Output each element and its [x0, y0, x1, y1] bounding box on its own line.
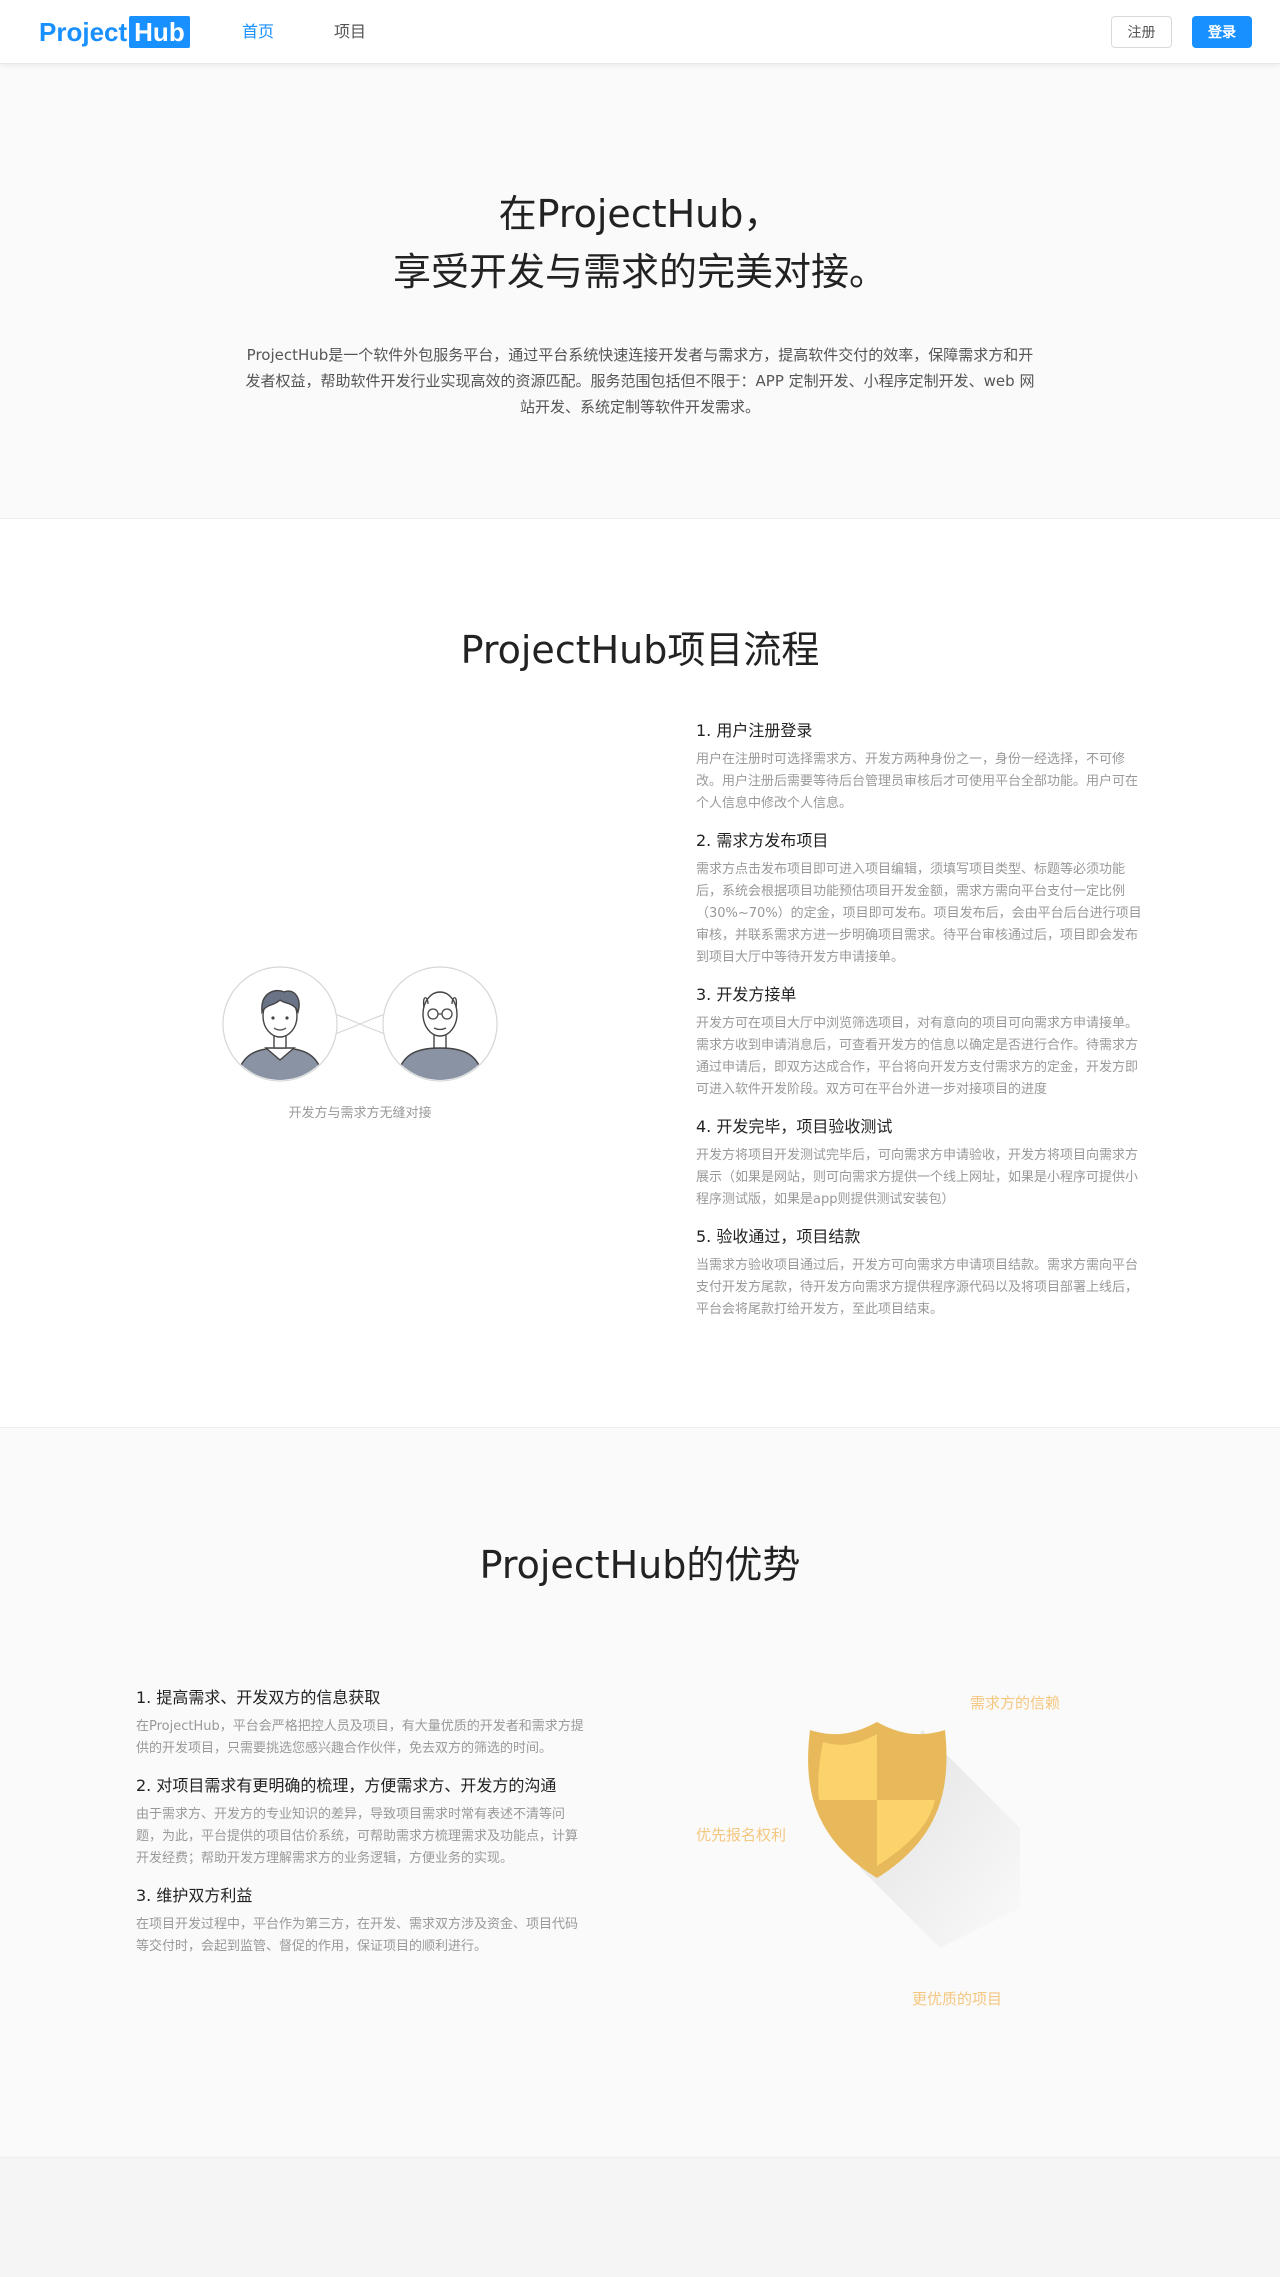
- hero-title-line1: 在ProjectHub，: [498, 192, 782, 236]
- illustration-caption: 开发方与需求方无缝对接: [288, 1106, 432, 1121]
- process-step-desc: 需求方点击发布项目即可进入项目编辑，须填写项目类型、标题等必须功能后，系统会根据…: [696, 862, 1142, 965]
- client-avatar-icon: [382, 966, 498, 1082]
- register-button[interactable]: 注册: [1111, 16, 1172, 48]
- process-step-title: 3. 开发方接单: [696, 985, 797, 1004]
- process-step: 2. 需求方发布项目 需求方点击发布项目即可进入项目编辑，须填写项目类型、标题等…: [696, 829, 1146, 969]
- advantage-title: 2. 对项目需求有更明确的梳理，方便需求方、开发方的沟通: [136, 1776, 557, 1795]
- developer-client-illustration: [222, 966, 498, 1082]
- advantage-desc: 在项目开发过程中，平台作为第三方，在开发、需求双方涉及资金、项目代码等交付时，会…: [136, 1917, 579, 1954]
- process-step-desc: 开发方将项目开发测试完毕后，可向需求方申请验收，开发方将项目向需求方展示（如果是…: [696, 1148, 1139, 1207]
- logo-text-project: Project: [39, 16, 128, 47]
- advantage-desc: 在ProjectHub，平台会严格把控人员及项目，有大量优质的开发者和需求方提供…: [136, 1719, 584, 1756]
- hero-title-line2: 享受开发与需求的完美对接。: [392, 250, 887, 294]
- footer-band: [0, 2158, 1280, 2277]
- advantage-item: 2. 对项目需求有更明确的梳理，方便需求方、开发方的沟通 由于需求方、开发方的专…: [136, 1774, 586, 1870]
- process-steps: 1. 用户注册登录 用户在注册时可选择需求方、开发方两种身份之一，身份一经选择，…: [696, 719, 1146, 1335]
- process-step: 3. 开发方接单 开发方可在项目大厅中浏览筛选项目，对有意向的项目可向需求方申请…: [696, 983, 1146, 1101]
- nav-item-projects[interactable]: 项目: [334, 20, 366, 44]
- login-button[interactable]: 登录: [1192, 16, 1252, 48]
- logo[interactable]: Project Hub: [39, 16, 190, 48]
- process-step-desc: 用户在注册时可选择需求方、开发方两种身份之一，身份一经选择，不可修改。用户注册后…: [696, 752, 1139, 811]
- advantage-title: 3. 维护双方利益: [136, 1886, 253, 1905]
- advantage-item: 3. 维护双方利益 在项目开发过程中，平台作为第三方，在开发、需求双方涉及资金、…: [136, 1884, 586, 1958]
- process-step-title: 4. 开发完毕，项目验收测试: [696, 1117, 893, 1136]
- shield-label-priority: 优先报名权利: [696, 1826, 787, 1844]
- process-section: ProjectHub项目流程 开发方与需求方无缝对接 1. 用户注册登录 用户在…: [0, 519, 1280, 1428]
- process-step: 4. 开发完毕，项目验收测试 开发方将项目开发测试完毕后，可向需求方申请验收，开…: [696, 1115, 1146, 1211]
- hero-section: 在ProjectHub， 享受开发与需求的完美对接。 ProjectHub是一个…: [0, 64, 1280, 519]
- advantage-title: 1. 提高需求、开发双方的信息获取: [136, 1688, 381, 1707]
- nav-item-home[interactable]: 首页: [242, 20, 274, 44]
- advantages-title: ProjectHub的优势: [479, 1543, 801, 1587]
- process-step-title: 2. 需求方发布项目: [696, 831, 829, 850]
- process-step-desc: 当需求方验收项目通过后，开发方可向需求方申请项目结款。需求方需向平台支付开发方尾…: [696, 1258, 1139, 1317]
- developer-avatar-icon: [222, 966, 338, 1082]
- shield-label-quality: 更优质的项目: [912, 1990, 1003, 2008]
- process-step-title: 5. 验收通过，项目结款: [696, 1227, 861, 1246]
- top-navbar: Project Hub 首页 项目 注册 登录: [0, 0, 1280, 64]
- advantage-item: 1. 提高需求、开发双方的信息获取 在ProjectHub，平台会严格把控人员及…: [136, 1686, 586, 1760]
- advantages-section: ProjectHub的优势 1. 提高需求、开发双方的信息获取 在Project…: [0, 1428, 1280, 2158]
- process-title: ProjectHub项目流程: [460, 628, 820, 672]
- hero-description: ProjectHub是一个软件外包服务平台，通过平台系统快速连接开发者与需求方，…: [245, 346, 1035, 416]
- advantage-desc: 由于需求方、开发方的专业知识的差异，导致项目需求时常有表述不清等问题，为此，平台…: [136, 1807, 579, 1866]
- process-step-desc: 开发方可在项目大厅中浏览筛选项目，对有意向的项目可向需求方申请接单。需求方收到申…: [696, 1016, 1139, 1097]
- process-step: 1. 用户注册登录 用户在注册时可选择需求方、开发方两种身份之一，身份一经选择，…: [696, 719, 1146, 815]
- advantages-list: 1. 提高需求、开发双方的信息获取 在ProjectHub，平台会严格把控人员及…: [136, 1686, 586, 1972]
- process-step-title: 1. 用户注册登录: [696, 721, 813, 740]
- shield-label-trust: 需求方的信赖: [970, 1694, 1061, 1712]
- process-step: 5. 验收通过，项目结款 当需求方验收项目通过后，开发方可向需求方申请项目结款。…: [696, 1225, 1146, 1321]
- shield-illustration: 需求方的信赖 优先报名权利 更优质的项目: [690, 1678, 1110, 2008]
- logo-text-hub: Hub: [129, 16, 190, 48]
